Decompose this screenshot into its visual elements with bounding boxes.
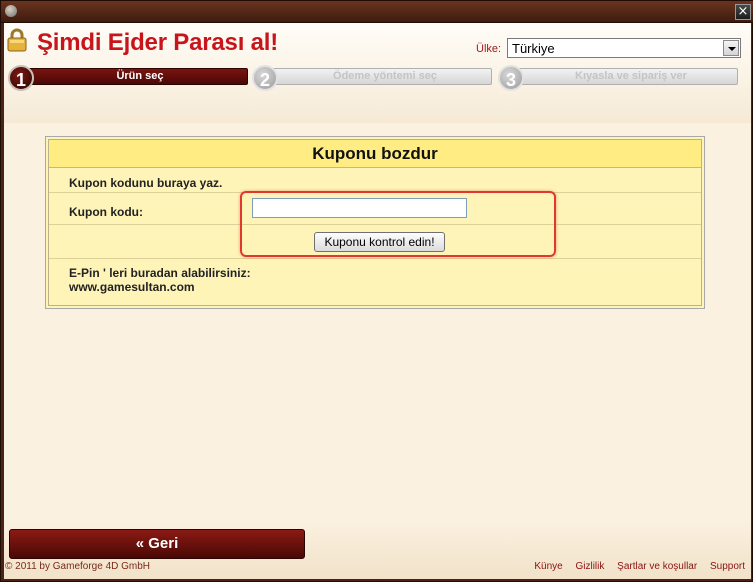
window-knob-icon xyxy=(5,5,17,17)
step-1-number: 1 xyxy=(8,65,34,91)
step-3-label: Kıyasla ve sipariş ver xyxy=(575,70,687,82)
coupon-code-input[interactable] xyxy=(252,198,467,218)
footer-link-gizlilik[interactable]: Gizlilik xyxy=(575,561,604,572)
step-2-bar: Ödeme yöntemi seç xyxy=(266,68,492,85)
coupon-code-label: Kupon kodu: xyxy=(69,205,143,219)
coupon-instruction: Kupon kodunu buraya yaz. xyxy=(69,176,223,190)
country-label: Ülke: xyxy=(476,43,502,55)
close-icon: × xyxy=(737,4,749,19)
footer-links: Künye Gizlilik Şartlar ve koşullar Suppo… xyxy=(524,561,745,572)
chevron-down-icon[interactable] xyxy=(723,40,739,56)
window-titlebar: × xyxy=(1,1,753,23)
step-1-label: Ürün seç xyxy=(116,70,164,82)
footer-link-sartlar[interactable]: Şartlar ve koşullar xyxy=(617,561,697,572)
copyright-text: © 2011 by Gameforge 4D GmbH xyxy=(5,561,151,572)
country-select-value: Türkiye xyxy=(512,41,555,56)
step-1-bar: Ürün seç xyxy=(22,68,248,85)
epin-site: www.gamesultan.com xyxy=(69,280,195,294)
epin-info: E-Pin ' leri buradan alabilirsiniz: www.… xyxy=(49,259,701,303)
header: Şimdi Ejder Parası al! Ülke: Türkiye Ürü… xyxy=(4,23,751,123)
instruction-row: Kupon kodunu buraya yaz. xyxy=(49,168,701,193)
check-coupon-button[interactable]: Kuponu kontrol edin! xyxy=(314,232,445,252)
coupon-panel-inner: Kuponu bozdur Kupon kodunu buraya yaz. K… xyxy=(48,139,702,306)
close-button[interactable]: × xyxy=(735,4,751,20)
step-3-bar: Kıyasla ve sipariş ver xyxy=(512,68,738,85)
dialog-content: Şimdi Ejder Parası al! Ülke: Türkiye Ürü… xyxy=(4,23,751,579)
step-2-label: Ödeme yöntemi seç xyxy=(333,70,437,82)
coupon-panel-heading: Kuponu bozdur xyxy=(49,140,701,168)
step-2-number: 2 xyxy=(252,65,278,91)
footer-link-kunye[interactable]: Künye xyxy=(534,561,562,572)
lock-icon xyxy=(7,28,27,52)
footer-link-support[interactable]: Support xyxy=(710,561,745,572)
coupon-panel: Kuponu bozdur Kupon kodunu buraya yaz. K… xyxy=(45,136,705,309)
back-button[interactable]: « Geri xyxy=(9,529,305,559)
country-select[interactable]: Türkiye xyxy=(507,38,741,58)
epin-text: E-Pin ' leri buradan alabilirsiniz: xyxy=(69,266,251,280)
page-title: Şimdi Ejder Parası al! xyxy=(37,29,279,56)
dialog-window: × Şimdi Ejder Parası al! Ülke: Türkiye Ü… xyxy=(0,0,753,582)
epin-text-block: E-Pin ' leri buradan alabilirsiniz: www.… xyxy=(69,266,251,294)
step-3-number: 3 xyxy=(498,65,524,91)
